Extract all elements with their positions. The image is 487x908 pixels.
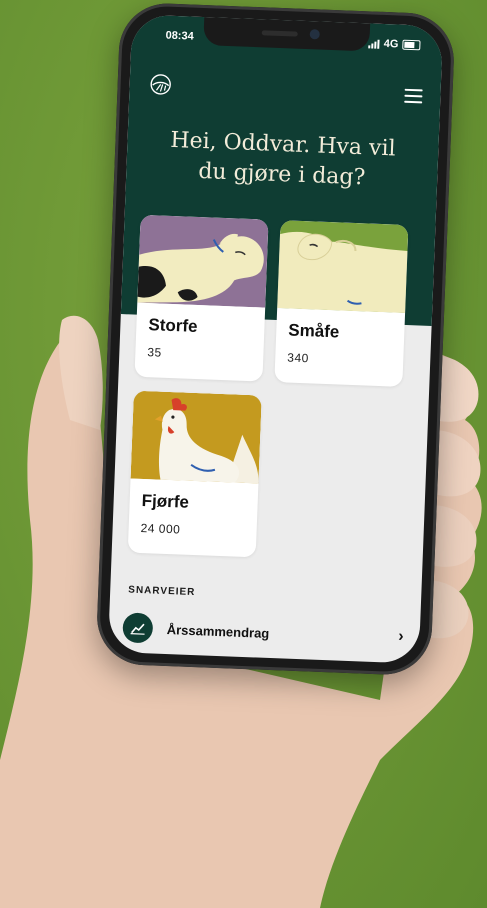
farm-logo-icon[interactable] <box>149 73 172 96</box>
sheep-illustration <box>277 220 409 313</box>
phone-frame: 08:34 4G Hei, Oddvar. Hva vil du gjøre i… <box>95 1 456 677</box>
card-title: Fjørfe <box>141 490 190 512</box>
chevron-right-icon: › <box>398 627 404 646</box>
card-count: 35 <box>147 345 163 360</box>
network-type: 4G <box>383 37 399 51</box>
card-count: 24 000 <box>140 520 181 537</box>
signal-icon <box>368 39 380 49</box>
hamburger-menu-icon[interactable] <box>404 88 423 104</box>
line-chart-icon <box>122 612 154 644</box>
shortcut-label: Årssammendrag <box>166 622 270 641</box>
app-screen: 08:34 4G Hei, Oddvar. Hva vil du gjøre i… <box>107 14 444 664</box>
shortcut-item-arssammendrag[interactable]: Årssammendrag › <box>108 608 420 664</box>
category-card-fjorfe[interactable]: Fjørfe 24 000 <box>127 390 262 558</box>
category-card-storfe[interactable]: Storfe 35 <box>134 214 269 382</box>
card-title: Storfe <box>148 315 198 336</box>
cow-illustration <box>137 214 269 308</box>
shortcuts-heading: SNARVEIER <box>128 584 196 599</box>
card-count: 340 <box>287 350 310 366</box>
status-time: 08:34 <box>165 29 194 43</box>
battery-icon <box>402 39 421 51</box>
greeting-heading: Hei, Oddvar. Hva vil du gjøre i dag? <box>169 127 397 191</box>
category-card-smafe[interactable]: Småfe 340 <box>274 220 409 387</box>
chicken-illustration <box>130 390 262 484</box>
card-title: Småfe <box>287 320 340 342</box>
status-indicators: 4G <box>368 37 421 51</box>
